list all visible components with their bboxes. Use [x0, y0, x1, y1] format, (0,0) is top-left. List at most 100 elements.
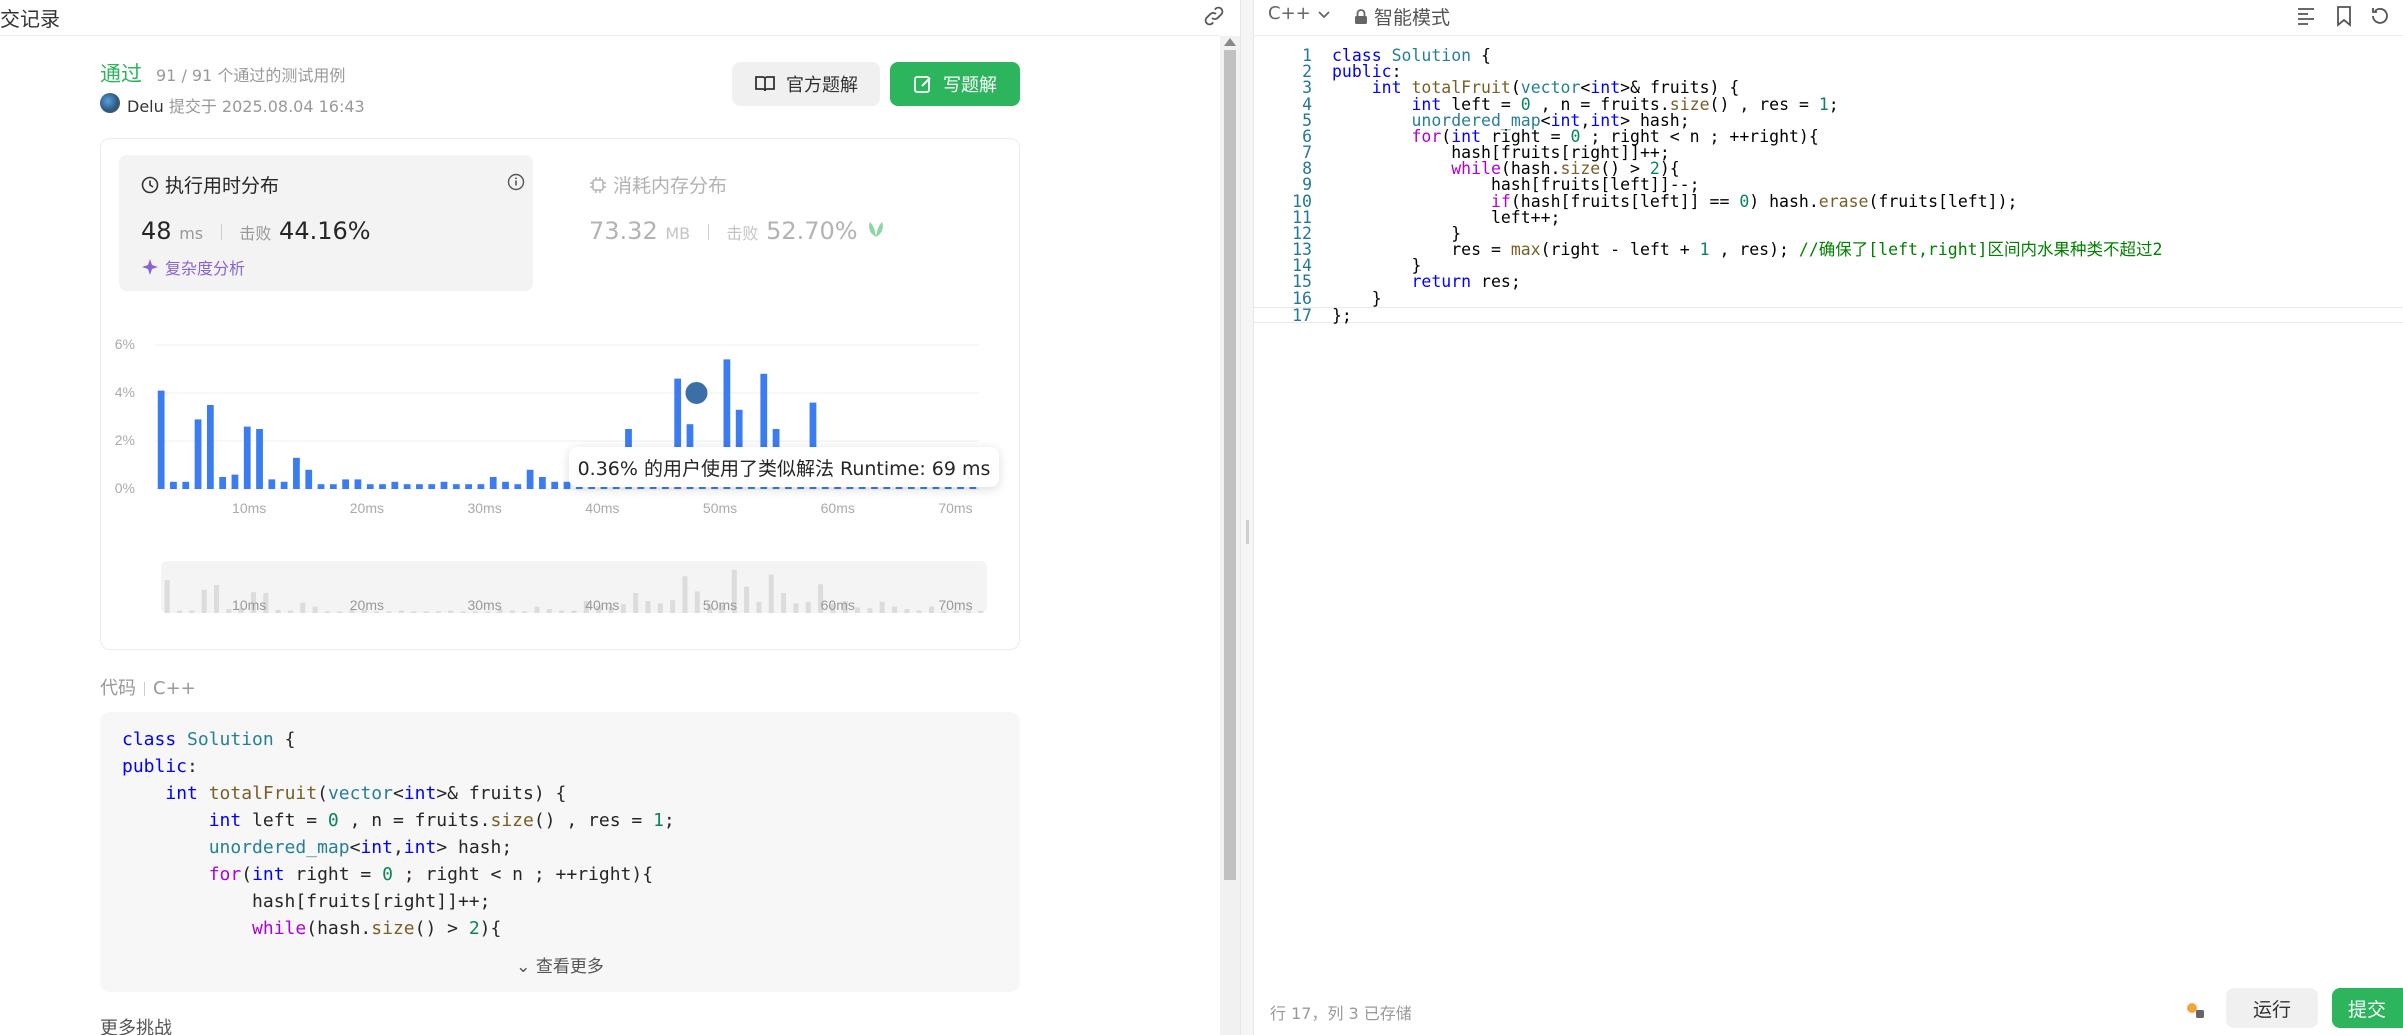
edit-icon [914, 76, 931, 93]
code-line[interactable]: 17}; [1254, 306, 2403, 324]
status-accepted: 通过 [100, 62, 142, 86]
overview-bar [386, 611, 392, 613]
run-button[interactable]: 运行 [2226, 988, 2318, 1028]
official-solution-button[interactable]: 官方题解 [732, 62, 880, 106]
histogram-bar [293, 457, 300, 489]
double-chevron-down-icon: ⌄ [516, 957, 531, 977]
language-select[interactable]: C++ [1268, 3, 1331, 24]
code-line[interactable]: 13 res = max(right - left + 1 , res); //… [1254, 241, 2403, 258]
overview-tick-label: 70ms [938, 597, 972, 613]
book-icon [755, 76, 775, 92]
overview-bar [793, 603, 799, 613]
x-tick-label: 30ms [467, 500, 501, 516]
overview-tick-label: 50ms [703, 597, 737, 613]
y-tick-label: 6% [115, 336, 135, 352]
histogram-bar [391, 481, 399, 489]
link-icon[interactable] [1202, 4, 1226, 28]
submit-button[interactable]: 提交 [2332, 988, 2403, 1028]
memory-tab[interactable]: 消耗内存分布 [589, 171, 727, 198]
runtime-beat: 44.16% [279, 217, 371, 245]
sparkle-icon [142, 259, 158, 275]
histogram-bar [539, 477, 546, 489]
code-line[interactable]: 16 } [1254, 288, 2403, 308]
histogram-bar [268, 479, 276, 489]
line-text: } [1332, 288, 1382, 308]
histogram-bar [280, 481, 288, 489]
overview-tick-label: 10ms [232, 597, 266, 613]
overview-bar [781, 593, 787, 613]
histogram-bar [502, 481, 509, 489]
code-preview-card: class Solution { public: int totalFruit(… [100, 712, 1020, 992]
info-icon[interactable] [507, 173, 525, 191]
runtime-title: 执行用时分布 [141, 171, 279, 198]
overview-bar [657, 603, 663, 613]
x-tick-label: 40ms [585, 500, 619, 516]
tab-title: 交记录 [0, 7, 60, 31]
runtime-value: 48 ms 击败 44.16% [141, 217, 371, 245]
code-line[interactable]: 15 return res; [1254, 274, 2403, 291]
overview-bar [929, 606, 935, 613]
overview-bar [559, 610, 565, 613]
overview-bar [916, 610, 922, 613]
overview-bar [904, 609, 910, 613]
overview-bar [534, 606, 540, 613]
overview-bar [855, 607, 861, 613]
overview-bar [805, 601, 811, 613]
overview-bar [275, 609, 281, 613]
histogram-bar [489, 477, 497, 489]
overview-bar [300, 602, 306, 613]
show-more-button[interactable]: ⌄ 查看更多 [100, 952, 1020, 977]
debug-icon[interactable] [2182, 998, 2206, 1020]
user-avatar-marker [683, 380, 710, 406]
reset-icon[interactable] [2368, 4, 2392, 28]
overview-bar [460, 611, 466, 613]
histogram-bar [342, 479, 350, 489]
write-solution-button[interactable]: 写题解 [890, 62, 1020, 106]
editor-toolbar: C++ 智能模式 [1254, 0, 2403, 36]
more-challenges-title: 更多挑战 [100, 1018, 172, 1035]
x-tick-label: 20ms [350, 500, 384, 516]
histogram-bar [440, 481, 448, 489]
submit-info: Delu 提交于 2025.08.04 16:43 [127, 93, 365, 117]
code-line[interactable]: 1 class Solution { [1254, 47, 2403, 64]
scrollbar-thumb[interactable] [1224, 50, 1236, 880]
overview-tick-label: 40ms [585, 597, 619, 613]
overview-tick-label: 30ms [467, 597, 501, 613]
x-tick-label: 60ms [821, 500, 855, 516]
pane-resize-handle[interactable] [1240, 0, 1254, 1035]
histogram-bar [477, 484, 485, 489]
submitter-name[interactable]: Delu [127, 97, 164, 116]
overview-bar [522, 611, 528, 613]
overview-bar [287, 610, 293, 613]
avatar[interactable] [100, 93, 120, 113]
overview-bar [398, 610, 404, 613]
format-icon[interactable] [2294, 4, 2318, 28]
histogram-bar [551, 481, 559, 489]
histogram-bar [219, 477, 227, 489]
histogram-bar [182, 481, 190, 489]
histogram-bar [428, 484, 436, 489]
memory-value: 73.32 MB 击败 52.70% [589, 217, 887, 245]
line-number: 16 [1292, 288, 1312, 308]
overview-bar [324, 611, 330, 613]
testcases-passed: 91 / 91 个通过的测试用例 [156, 66, 346, 85]
overview-bar [337, 611, 343, 613]
scroll-up-arrow-icon[interactable] [1224, 38, 1236, 46]
smart-mode-toggle[interactable]: 智能模式 [1354, 3, 1450, 30]
bookmark-icon[interactable] [2332, 4, 2356, 28]
write-solution-label: 写题解 [943, 75, 997, 96]
histogram-bar [317, 484, 325, 489]
complexity-analysis-link[interactable]: 复杂度分析 [141, 255, 245, 279]
y-tick-label: 4% [115, 384, 135, 400]
runtime-panel[interactable]: 执行用时分布 48 ms 击败 44.16% 复杂度分析 [119, 155, 533, 291]
histogram-bar [206, 405, 214, 489]
histogram-bar [416, 484, 423, 489]
overview-bar [978, 610, 984, 613]
histogram-bar [194, 419, 202, 489]
chevron-down-icon [1318, 10, 1330, 18]
editor-status: 行 17，列 3 已存储 [1270, 1004, 1412, 1023]
left-scrollbar[interactable] [1220, 36, 1240, 1035]
overview-bar [176, 610, 182, 613]
overview-bar [509, 610, 515, 613]
histogram-bar [514, 484, 522, 489]
